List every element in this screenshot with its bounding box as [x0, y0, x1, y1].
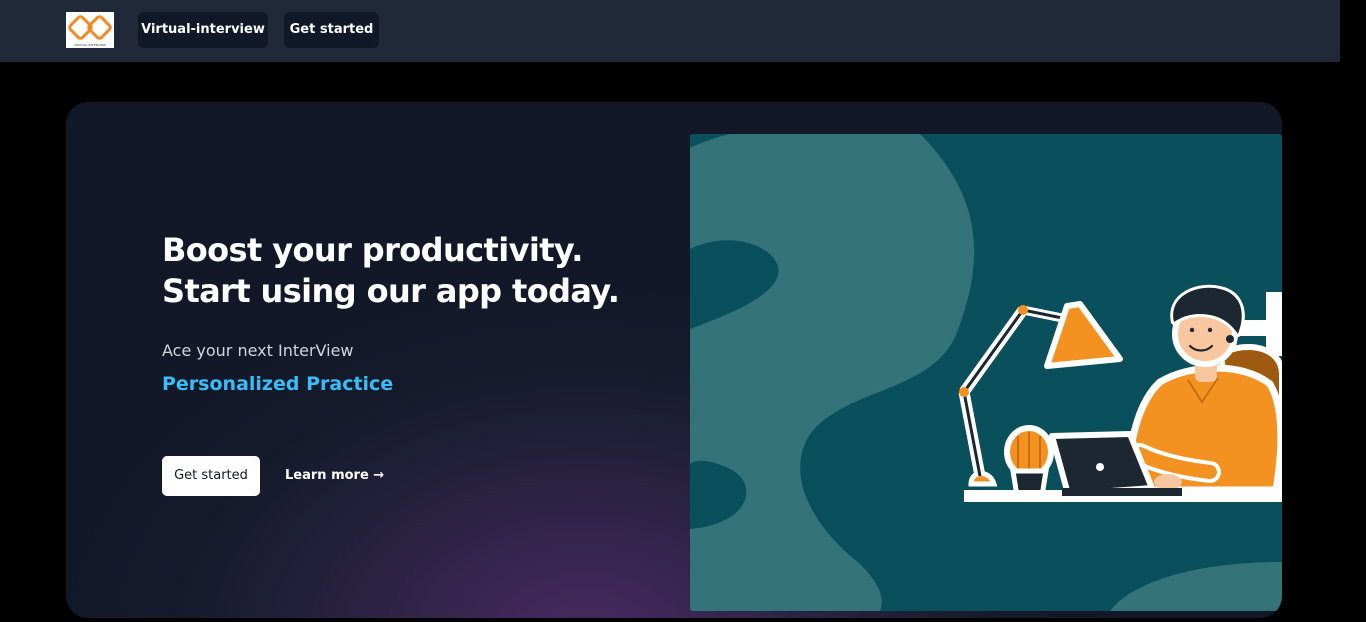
nav-get-started-button[interactable]: Get started	[284, 12, 379, 48]
hero-accent-text: Personalized Practice	[162, 373, 394, 395]
headline-line-2: Start using our app today.	[162, 272, 620, 310]
learn-more-link[interactable]: Learn more →	[285, 456, 384, 496]
hero-section: Boost your productivity. Start using our…	[66, 102, 1282, 618]
hero-headline: Boost your productivity. Start using our…	[162, 230, 682, 312]
nav-virtual-interview-button[interactable]: Virtual-interview	[138, 12, 268, 48]
hero-illustration	[690, 134, 1282, 611]
top-navbar: VIRTUAL-INTERVIEW Virtual-interview Get …	[0, 0, 1340, 62]
person-at-desk-illustration-icon	[690, 134, 1282, 611]
logo-text: VIRTUAL-INTERVIEW	[74, 43, 106, 47]
hero-subtitle: Ace your next InterView	[162, 341, 354, 360]
get-started-button[interactable]: Get started	[162, 456, 260, 496]
headline-line-1: Boost your productivity.	[162, 231, 583, 269]
logo[interactable]: VIRTUAL-INTERVIEW	[66, 12, 114, 48]
